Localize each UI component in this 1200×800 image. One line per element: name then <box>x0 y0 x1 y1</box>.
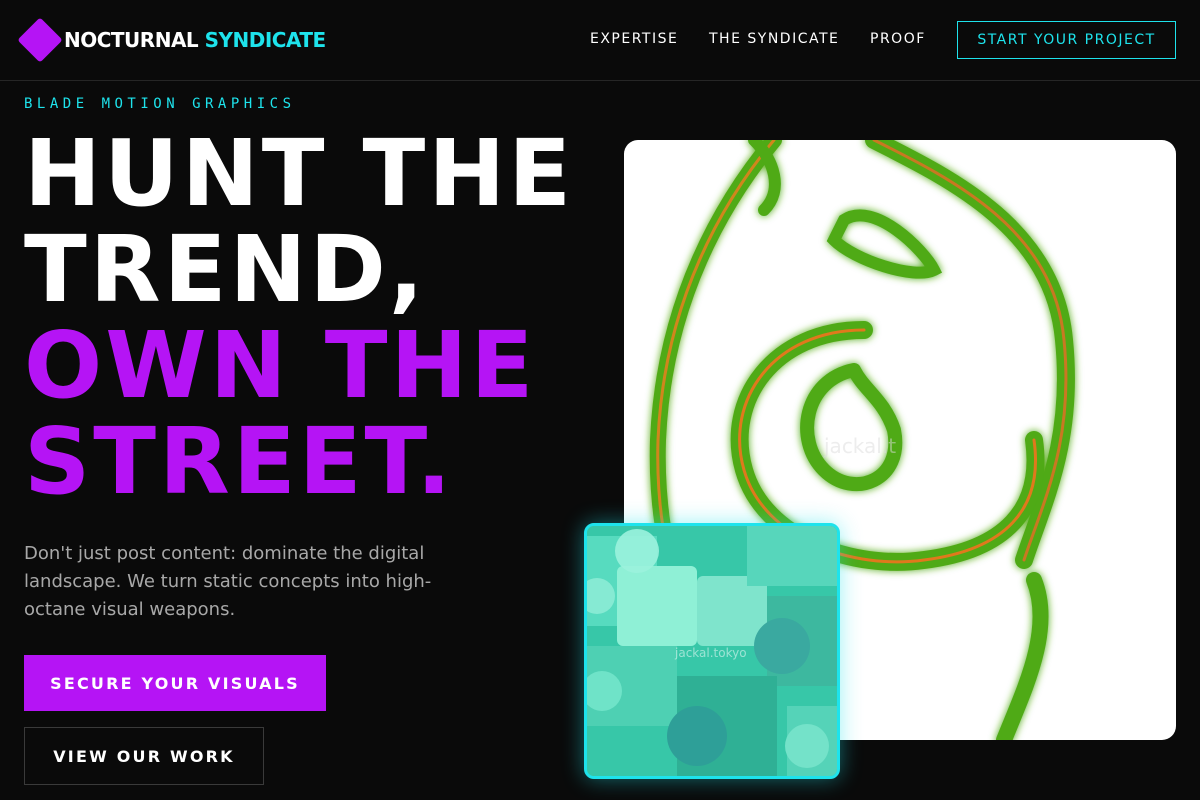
nav-link-the-syndicate[interactable]: THE SYNDICATE <box>709 31 839 47</box>
secure-visuals-button[interactable]: SECURE YOUR VISUALS <box>24 655 326 711</box>
nav-link-expertise[interactable]: EXPERTISE <box>590 31 678 47</box>
image-watermark: jackal.tokyo <box>675 646 747 660</box>
nav-link-proof[interactable]: PROOF <box>870 31 926 47</box>
image-watermark: jackal.t <box>824 434 897 458</box>
headline-line: TREND, <box>24 216 427 323</box>
start-project-button[interactable]: START YOUR PROJECT <box>957 21 1176 59</box>
headline-line-accent: STREET. <box>24 408 455 515</box>
brand-logo[interactable]: NOCTURNAL SYNDICATE <box>64 28 326 52</box>
brand-name-accent: SYNDICATE <box>204 28 327 52</box>
headline-line: HUNT THE <box>24 120 575 227</box>
view-work-button[interactable]: VIEW OUR WORK <box>24 727 264 785</box>
hero-eyebrow: BLADE MOTION GRAPHICS <box>24 96 296 112</box>
hero-subcopy: Don't just post content: dominate the di… <box>24 543 432 620</box>
brand-name: NOCTURNAL <box>64 28 199 52</box>
hero-headline: HUNT THE TREND, OWN THE STREET. <box>24 126 574 510</box>
inset-artwork-image: jackal.tokyo <box>584 523 840 779</box>
headline-line-accent: OWN THE <box>24 312 537 419</box>
logo-diamond-icon[interactable] <box>17 17 63 63</box>
top-navigation: NOCTURNAL SYNDICATE EXPERTISE THE SYNDIC… <box>0 0 1200 81</box>
